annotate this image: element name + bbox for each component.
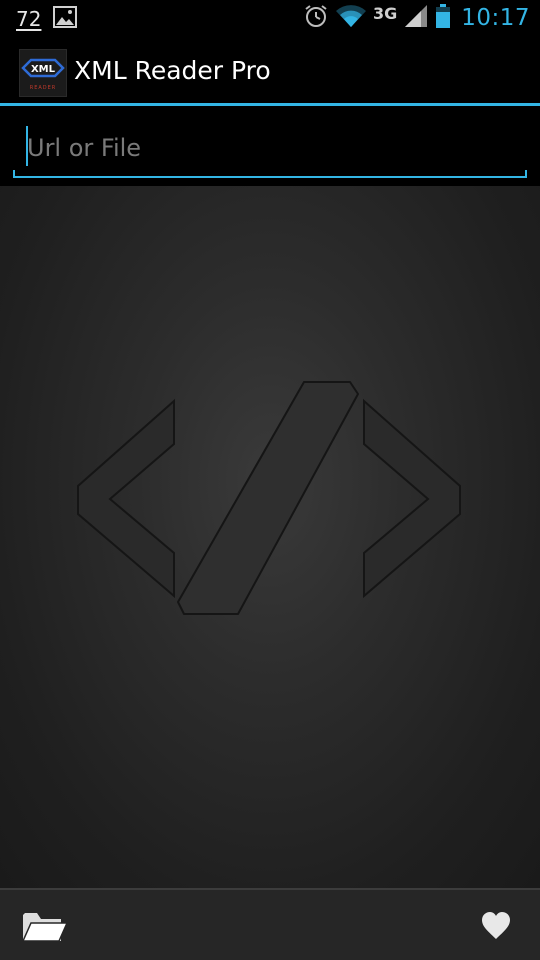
alarm-icon	[303, 3, 329, 33]
gallery-icon	[53, 6, 78, 32]
wifi-icon	[335, 3, 367, 33]
app-icon-text: XML	[31, 64, 56, 75]
battery-icon	[435, 3, 451, 33]
notification-count: 72	[16, 7, 42, 31]
favorites-button[interactable]	[472, 904, 520, 948]
input-underline	[13, 170, 527, 178]
main-content	[0, 186, 540, 888]
app-icon[interactable]: XML READER	[19, 49, 67, 97]
signal-icon	[403, 3, 429, 33]
app-title: XML Reader Pro	[74, 56, 271, 85]
input-area	[0, 106, 540, 186]
heart-icon	[482, 912, 510, 939]
action-bar: XML READER XML Reader Pro	[0, 38, 540, 106]
xml-code-brackets-icon	[77, 381, 461, 615]
text-caret	[26, 126, 28, 166]
folder-open-icon	[21, 913, 67, 942]
clock: 10:17	[461, 5, 530, 31]
url-or-file-input[interactable]	[13, 124, 526, 172]
network-type: 3G	[372, 3, 398, 23]
bottom-bar	[0, 888, 540, 960]
status-bar: 72 3G 10:17	[0, 0, 540, 38]
open-file-button[interactable]	[20, 904, 68, 948]
app-icon-subtext: READER	[30, 85, 57, 91]
